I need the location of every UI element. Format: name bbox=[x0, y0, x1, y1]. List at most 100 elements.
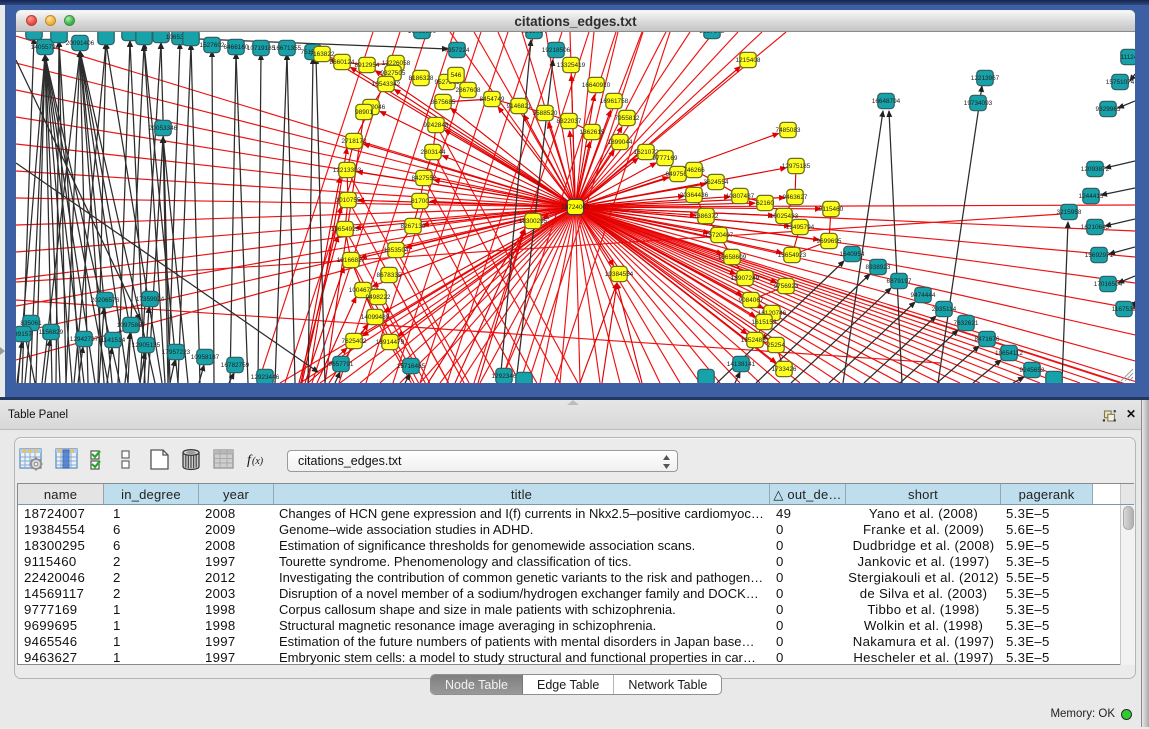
svg-text:10654112: 10654112 bbox=[995, 350, 1023, 357]
svg-text:746266: 746266 bbox=[683, 167, 705, 174]
svg-text:19734093: 19734093 bbox=[964, 100, 993, 107]
svg-text:1167533: 1167533 bbox=[1112, 306, 1135, 313]
svg-text:16640910: 16640910 bbox=[582, 82, 611, 89]
svg-text:12905135: 12905135 bbox=[132, 342, 161, 349]
svg-text:9498222: 9498222 bbox=[366, 294, 391, 301]
svg-text:16961758: 16961758 bbox=[600, 98, 629, 105]
svg-text:8322037: 8322037 bbox=[557, 118, 582, 125]
svg-text:16210643: 16210643 bbox=[1081, 224, 1110, 231]
svg-text:7955812: 7955812 bbox=[615, 115, 640, 122]
svg-text:13654923: 13654923 bbox=[778, 252, 807, 259]
svg-text:19654923: 19654923 bbox=[331, 226, 360, 233]
svg-text:19166827: 19166827 bbox=[337, 257, 366, 264]
svg-text:16914479: 16914479 bbox=[376, 339, 405, 346]
svg-text:10543342: 10543342 bbox=[372, 81, 401, 88]
svg-text:6466160: 6466160 bbox=[224, 44, 249, 51]
svg-text:546: 546 bbox=[451, 72, 462, 79]
svg-text:20364436: 20364436 bbox=[680, 192, 709, 199]
svg-text:16782759: 16782759 bbox=[221, 362, 250, 369]
svg-text:14099489: 14099489 bbox=[361, 314, 390, 321]
svg-text:12942737: 12942737 bbox=[70, 336, 99, 343]
svg-text:1244415: 1244415 bbox=[1079, 193, 1104, 200]
svg-text:17016504: 17016504 bbox=[1094, 281, 1123, 288]
svg-text:1156829: 1156829 bbox=[39, 329, 64, 336]
svg-text:10807487: 10807487 bbox=[726, 193, 755, 200]
svg-text:16671355: 16671355 bbox=[273, 45, 302, 52]
svg-text:11124: 11124 bbox=[1121, 54, 1135, 61]
svg-text:2718170: 2718170 bbox=[342, 138, 367, 145]
svg-text:1215408: 1215408 bbox=[736, 57, 761, 64]
svg-text:10958187: 10958187 bbox=[191, 354, 220, 361]
svg-text:1640954: 1640954 bbox=[840, 251, 865, 258]
svg-text:13524851: 13524851 bbox=[741, 337, 770, 344]
svg-text:18724007: 18724007 bbox=[561, 204, 590, 211]
svg-text:16648794: 16648794 bbox=[872, 98, 901, 105]
svg-text:9329965: 9329965 bbox=[1096, 106, 1121, 113]
svg-text:8186328: 8186328 bbox=[409, 75, 434, 82]
svg-text:12093872: 12093872 bbox=[1081, 166, 1110, 173]
svg-text:19384554: 19384554 bbox=[605, 271, 634, 278]
svg-text:8427552: 8427552 bbox=[412, 175, 437, 182]
svg-text:8678335: 8678335 bbox=[377, 272, 402, 279]
svg-text:25254: 25254 bbox=[767, 342, 785, 349]
svg-text:12213303: 12213303 bbox=[333, 167, 362, 174]
svg-text:9474444: 9474444 bbox=[911, 292, 936, 299]
svg-text:10658609: 10658609 bbox=[718, 254, 747, 261]
svg-text:15692971: 15692971 bbox=[1085, 252, 1114, 259]
svg-text:2935114: 2935114 bbox=[932, 306, 957, 313]
svg-text:39157: 39157 bbox=[16, 331, 32, 338]
svg-text:9699695: 9699695 bbox=[817, 238, 842, 245]
svg-text:1362615: 1362615 bbox=[580, 129, 605, 136]
svg-text:8938923: 8938923 bbox=[866, 264, 891, 271]
svg-text:15716485: 15716485 bbox=[397, 363, 426, 370]
svg-text:1010755: 1010755 bbox=[336, 197, 361, 204]
svg-text:1588520: 1588520 bbox=[533, 110, 558, 117]
svg-text:3624554: 3624554 bbox=[704, 179, 729, 186]
svg-text:9146821: 9146821 bbox=[507, 103, 532, 110]
svg-text:8675685: 8675685 bbox=[431, 99, 456, 106]
svg-text:12213967: 12213967 bbox=[971, 75, 1000, 82]
svg-text:2803144: 2803144 bbox=[421, 149, 446, 156]
svg-text:9245652: 9245652 bbox=[1020, 367, 1045, 374]
svg-text:2867608: 2867608 bbox=[456, 87, 481, 94]
svg-text:1141514: 1141514 bbox=[101, 337, 126, 344]
svg-text:20091406: 20091406 bbox=[66, 40, 95, 47]
svg-text:8660124: 8660124 bbox=[330, 59, 355, 66]
svg-text:17359924: 17359924 bbox=[136, 296, 165, 303]
svg-text:7625402: 7625402 bbox=[342, 338, 367, 345]
svg-text:18907249: 18907249 bbox=[731, 275, 760, 282]
svg-text:13495794: 13495794 bbox=[786, 224, 815, 231]
svg-text:8267130: 8267130 bbox=[401, 223, 426, 230]
svg-text:7485083: 7485083 bbox=[776, 127, 801, 134]
svg-text:9756923: 9756923 bbox=[774, 283, 799, 290]
svg-text:17957223: 17957223 bbox=[162, 349, 191, 356]
svg-text:2637872: 2637872 bbox=[700, 32, 725, 35]
svg-text:10975867: 10975867 bbox=[117, 322, 146, 329]
svg-text:8912954: 8912954 bbox=[355, 62, 380, 69]
svg-text:18300295: 18300295 bbox=[519, 218, 548, 225]
svg-text:7357224: 7357224 bbox=[445, 47, 470, 54]
svg-text:16033809: 16033809 bbox=[408, 32, 437, 35]
svg-text:1615152: 1615152 bbox=[752, 319, 777, 326]
svg-text:6879197: 6879197 bbox=[887, 278, 912, 285]
svg-text:98901: 98901 bbox=[355, 109, 373, 116]
svg-text:1527602: 1527602 bbox=[200, 42, 225, 49]
svg-text:9777169: 9777169 bbox=[653, 155, 678, 162]
svg-text:81700: 81700 bbox=[411, 198, 429, 205]
svg-text:15720407: 15720407 bbox=[705, 232, 734, 239]
svg-text:1733426: 1733426 bbox=[772, 366, 797, 373]
svg-text:15751074: 15751074 bbox=[1106, 79, 1135, 86]
svg-text:10719185: 10719185 bbox=[247, 45, 276, 52]
svg-text:13325419: 13325419 bbox=[557, 62, 586, 69]
svg-text:20206576: 20206576 bbox=[91, 297, 120, 304]
svg-text:20053346: 20053346 bbox=[149, 125, 178, 132]
svg-text:1292346: 1292346 bbox=[492, 373, 517, 380]
svg-text:7163822: 7163822 bbox=[310, 51, 335, 58]
svg-text:62160: 62160 bbox=[756, 200, 774, 207]
svg-text:8471676: 8471676 bbox=[975, 336, 1000, 343]
svg-text:(x): (x) bbox=[252, 456, 264, 467]
svg-text:9084067: 9084067 bbox=[739, 297, 764, 304]
svg-text:9657791: 9657791 bbox=[329, 361, 354, 368]
svg-text:14138141: 14138141 bbox=[727, 361, 756, 368]
svg-text:8813054: 8813054 bbox=[522, 32, 547, 35]
